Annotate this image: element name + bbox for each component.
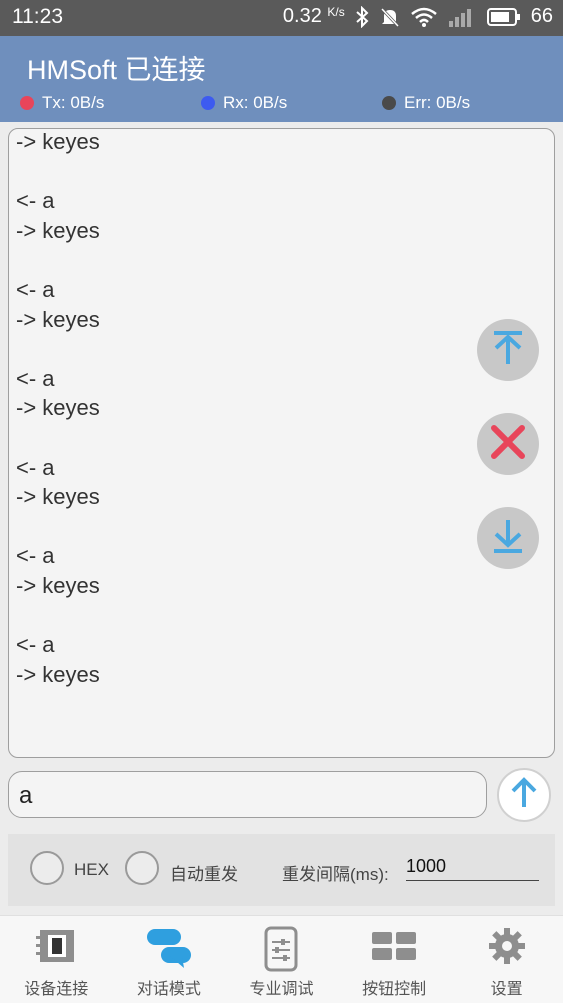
nav-device-connect-label: 设备连接 <box>24 981 89 998</box>
log-line: -> keyes <box>16 217 100 243</box>
close-icon <box>488 422 528 467</box>
send-button[interactable] <box>497 768 551 822</box>
message-log[interactable]: -> keyes <- a -> keyes <- a -> keyes <- a -> k… <box>8 128 555 758</box>
interval-label: 重发间隔(ms): <box>282 865 389 884</box>
tx-label: Tx: 0B/s <box>42 93 105 112</box>
options-bar: HEX 自动重发 重发间隔(ms): <box>8 834 555 906</box>
interval-input[interactable] <box>406 856 539 881</box>
err-dot-icon <box>382 96 396 110</box>
nav-button-control[interactable]: 按钮控制 <box>338 916 451 1003</box>
status-time: 11:23 <box>12 5 63 28</box>
scroll-bottom-icon <box>488 516 528 561</box>
rx-label: Rx: 0B/s <box>223 93 288 112</box>
battery-level: 66 <box>530 5 553 27</box>
status-bar: 11:23 0.32 K/s 66 <box>0 0 563 36</box>
bottom-nav: 设备连接 对话模式 专业调试 按钮控制 设置 <box>0 915 563 1003</box>
log-line: <- a <box>16 454 55 480</box>
network-speed-value: 0.32 <box>282 5 322 27</box>
settings-icon <box>487 926 527 971</box>
status-icons: 0.32 K/s 66 <box>283 5 553 28</box>
hex-label: HEX <box>74 860 109 879</box>
log-line: -> keyes <box>16 395 100 421</box>
log-line: -> keyes <box>16 129 100 154</box>
wifi-icon <box>410 7 437 27</box>
rx-stat: Rx: 0B/s <box>201 93 287 113</box>
pro-debug-icon <box>263 926 299 977</box>
app-bar: HMSoft 已连接 Tx: 0B/s Rx: 0B/s Err: 0B/s <box>0 36 563 122</box>
hex-radio[interactable] <box>30 851 64 885</box>
nav-settings[interactable]: 设置 <box>450 916 563 1003</box>
err-label: Err: 0B/s <box>404 93 471 112</box>
log-line: <- a <box>16 365 55 391</box>
device-connect-icon <box>34 926 78 971</box>
nav-settings-label: 设置 <box>490 981 523 998</box>
mute-bell-icon <box>379 6 401 28</box>
message-input[interactable] <box>9 772 486 817</box>
network-speed: 0.32 K/s <box>283 5 345 28</box>
tx-stat: Tx: 0B/s <box>20 93 104 113</box>
battery-icon <box>486 7 521 26</box>
log-line: <- a <box>16 543 55 569</box>
log-line: <- a <box>16 188 55 214</box>
scroll-top-button[interactable] <box>477 319 539 381</box>
rx-dot-icon <box>201 96 215 110</box>
auto-resend-radio[interactable] <box>125 851 159 885</box>
log-line: -> keyes <box>16 572 100 598</box>
nav-chat-mode[interactable]: 对话模式 <box>113 916 226 1003</box>
button-control-icon <box>370 926 418 971</box>
tx-dot-icon <box>20 96 34 110</box>
log-line: <- a <box>16 632 55 658</box>
nav-pro-debug[interactable]: 专业调试 <box>225 916 338 1003</box>
nav-device-connect[interactable]: 设备连接 <box>0 916 113 1003</box>
nav-chat-mode-label: 对话模式 <box>136 981 201 998</box>
chat-mode-icon <box>144 926 194 973</box>
network-speed-unit: K/s <box>327 5 345 19</box>
log-line: -> keyes <box>16 484 100 510</box>
message-input-box <box>8 771 487 818</box>
log-line: -> keyes <box>16 306 100 332</box>
page-title: HMSoft 已连接 <box>27 55 206 85</box>
signal-icon <box>447 7 477 27</box>
scroll-bottom-button[interactable] <box>477 507 539 569</box>
clear-log-button[interactable] <box>477 413 539 475</box>
scroll-top-icon <box>488 328 528 373</box>
nav-pro-debug-label: 专业调试 <box>249 981 314 998</box>
log-line: -> keyes <box>16 661 100 687</box>
log-lines: -> keyes <- a -> keyes <- a -> keyes <- a -> k… <box>16 129 100 689</box>
err-stat: Err: 0B/s <box>382 93 470 113</box>
bluetooth-icon <box>355 5 369 28</box>
log-line: <- a <box>16 276 55 302</box>
nav-button-control-label: 按钮控制 <box>362 981 427 998</box>
send-arrow-icon <box>506 775 542 816</box>
auto-resend-label: 自动重发 <box>170 865 238 884</box>
